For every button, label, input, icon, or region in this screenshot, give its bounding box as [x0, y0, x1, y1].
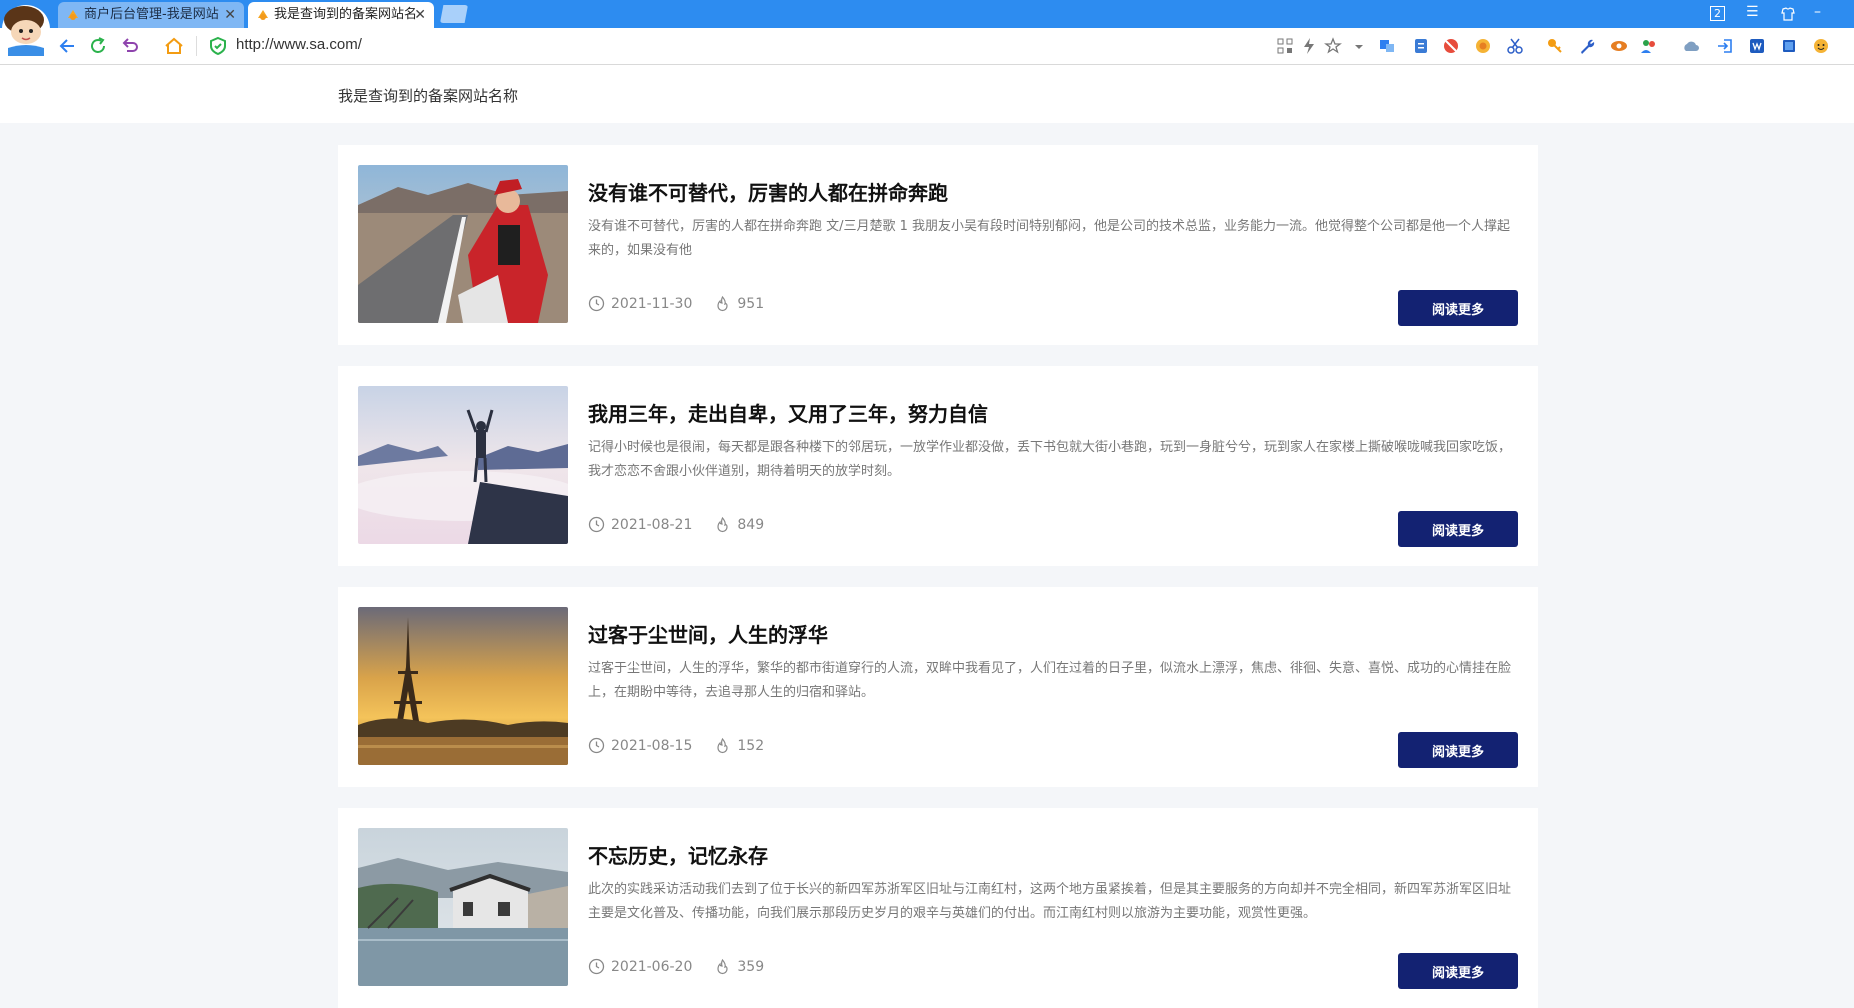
minimize-button[interactable]: –: [1814, 4, 1821, 20]
notes-icon[interactable]: [1780, 37, 1798, 55]
translate-icon[interactable]: [1378, 37, 1396, 55]
tab-close-icon[interactable]: ✕: [414, 2, 426, 28]
article-views: 849: [737, 516, 765, 533]
undo-icon[interactable]: [118, 34, 142, 58]
article-thumbnail-image[interactable]: [358, 165, 568, 323]
read-more-button[interactable]: 阅读更多: [1398, 511, 1518, 547]
clock-icon: [588, 958, 605, 975]
toolbar-divider: [196, 36, 197, 56]
article-date: 2021-08-15: [611, 737, 693, 754]
menu-icon[interactable]: ☰: [1746, 4, 1759, 20]
article-date: 2021-11-30: [611, 295, 693, 312]
tab-close-icon[interactable]: ✕: [224, 2, 236, 28]
fire-icon: [717, 295, 728, 312]
article-excerpt: 此次的实践采访活动我们去到了位于长兴的新四军苏浙军区旧址与江南红村，这两个地方虽…: [588, 882, 1512, 921]
article-title[interactable]: 我用三年，走出自卑，又用了三年，努力自信: [588, 398, 988, 427]
browser-tabbar: 商户后台管理-我是网站 ✕ 我是查询到的备案网站名 ✕ 2 ☰ –: [0, 0, 1854, 28]
article-thumbnail-image[interactable]: [358, 828, 568, 986]
article-excerpt: 没有谁不可替代，厉害的人都在拼命奔跑 文/三月楚歌 1 我朋友小吴有段时间特别郁…: [588, 219, 1511, 258]
window-count-badge[interactable]: 2: [1710, 6, 1725, 21]
clock-icon: [588, 516, 605, 533]
qr-code-icon[interactable]: [1276, 37, 1294, 55]
read-more-button[interactable]: 阅读更多: [1398, 953, 1518, 989]
article-card: 过客于尘世间，人生的浮华 过客于尘世间，人生的浮华，繁华的都市街道穿行的人流，双…: [338, 587, 1538, 787]
article-meta: 2021-06-20 359: [588, 958, 764, 975]
article-thumbnail-image[interactable]: [358, 386, 568, 544]
login-icon[interactable]: [1716, 37, 1734, 55]
read-more-button[interactable]: 阅读更多: [1398, 290, 1518, 326]
site-header: 我是查询到的备案网站名称: [0, 65, 1854, 123]
article-excerpt: 记得小时候也是很闹，每天都是跟各种楼下的邻居玩，一放学作业都没做，丢下书包就大街…: [588, 440, 1512, 479]
lightning-icon[interactable]: [1300, 37, 1318, 55]
user-avatar[interactable]: [0, 0, 54, 56]
clock-icon: [588, 737, 605, 754]
tab-favicon-icon: [258, 10, 268, 20]
document-icon[interactable]: [1412, 37, 1430, 55]
clock-icon: [588, 295, 605, 312]
fire-icon: [717, 737, 728, 754]
article-title[interactable]: 没有谁不可替代，厉害的人都在拼命奔跑: [588, 177, 948, 206]
home-icon[interactable]: [162, 34, 186, 58]
article-views: 152: [737, 737, 765, 754]
skin-icon[interactable]: [1780, 6, 1796, 22]
browser-toolbar: http://www.sa.com/: [0, 28, 1854, 65]
tab-label: 商户后台管理-我是网站: [84, 7, 219, 22]
chevron-down-icon[interactable]: [1350, 37, 1368, 55]
tab-merchant-admin[interactable]: 商户后台管理-我是网站 ✕: [58, 2, 244, 28]
coin-icon[interactable]: [1474, 37, 1492, 55]
tab-label: 我是查询到的备案网站名: [274, 7, 418, 22]
fire-icon: [717, 516, 728, 533]
article-excerpt: 过客于尘世间，人生的浮华，繁华的都市街道穿行的人流，双眸中我看见了，人们在过着的…: [588, 661, 1512, 700]
article-meta: 2021-08-15 152: [588, 737, 764, 754]
article-thumbnail-image[interactable]: [358, 607, 568, 765]
article-title[interactable]: 过客于尘世间，人生的浮华: [588, 619, 828, 648]
refresh-icon[interactable]: [86, 34, 110, 58]
article-card: 没有谁不可替代，厉害的人都在拼命奔跑 没有谁不可替代，厉害的人都在拼命奔跑 文/…: [338, 145, 1538, 345]
emoji-icon[interactable]: [1812, 37, 1830, 55]
back-arrow-icon[interactable]: [56, 34, 80, 58]
cloud-icon[interactable]: [1682, 37, 1700, 55]
article-card: 不忘历史，记忆永存 此次的实践采访活动我们去到了位于长兴的新四军苏浙军区旧址与江…: [338, 808, 1538, 1008]
security-shield-icon[interactable]: [206, 34, 230, 58]
tab-filing-site[interactable]: 我是查询到的备案网站名 ✕: [248, 2, 434, 28]
people-icon[interactable]: [1640, 37, 1658, 55]
word-icon[interactable]: [1748, 37, 1766, 55]
ad-block-icon[interactable]: [1442, 37, 1460, 55]
article-views: 951: [737, 295, 765, 312]
article-date: 2021-08-21: [611, 516, 693, 533]
address-bar[interactable]: http://www.sa.com/: [236, 36, 362, 53]
article-meta: 2021-11-30 951: [588, 295, 764, 312]
tab-favicon-icon: [68, 10, 78, 20]
key-icon[interactable]: [1546, 37, 1564, 55]
fire-icon: [717, 958, 728, 975]
new-tab-button[interactable]: [440, 5, 468, 23]
article-title[interactable]: 不忘历史，记忆永存: [588, 840, 768, 869]
wrench-icon[interactable]: [1578, 37, 1596, 55]
article-date: 2021-06-20: [611, 958, 693, 975]
bookmark-star-icon[interactable]: [1324, 37, 1342, 55]
article-meta: 2021-08-21 849: [588, 516, 764, 533]
site-title[interactable]: 我是查询到的备案网站名称: [338, 85, 518, 106]
read-more-button[interactable]: 阅读更多: [1398, 732, 1518, 768]
eye-icon[interactable]: [1610, 37, 1628, 55]
article-card: 我用三年，走出自卑，又用了三年，努力自信 记得小时候也是很闹，每天都是跟各种楼下…: [338, 366, 1538, 566]
article-views: 359: [737, 958, 765, 975]
scissors-icon[interactable]: [1506, 37, 1524, 55]
